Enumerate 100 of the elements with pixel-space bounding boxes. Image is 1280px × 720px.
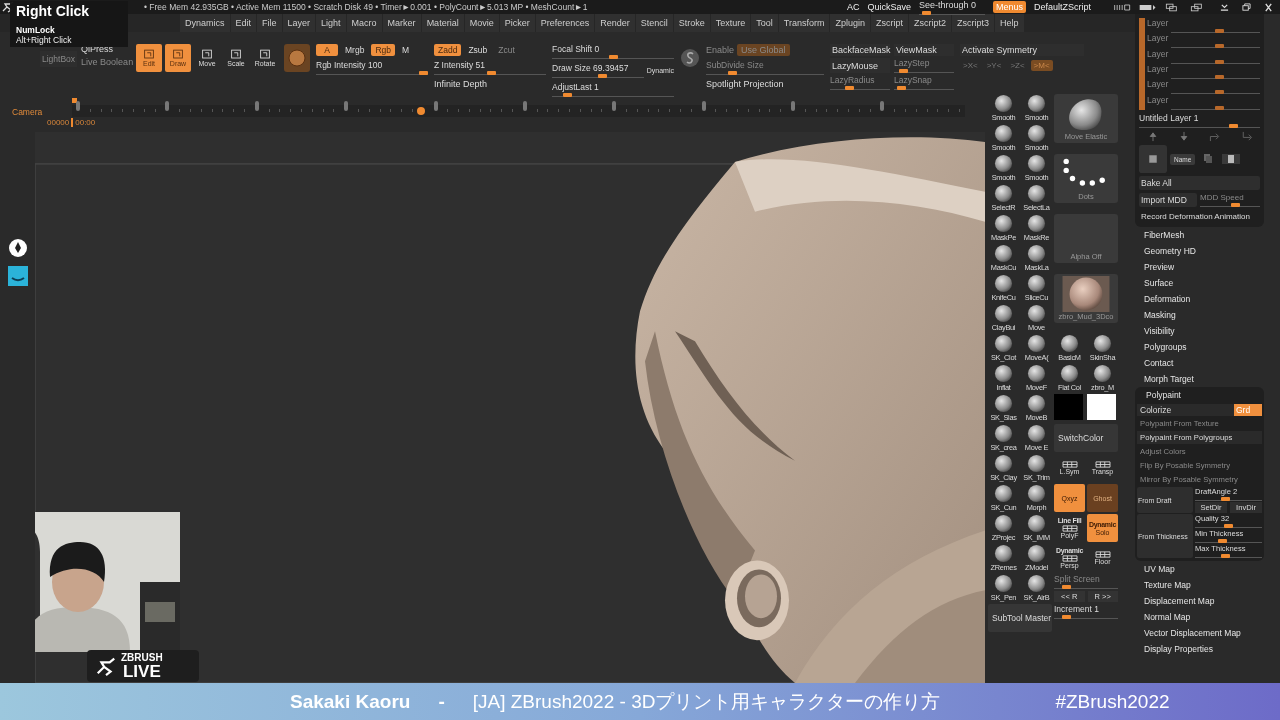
menu-item[interactable]: File (257, 14, 282, 32)
subpalette-item[interactable]: Texture Map (1135, 577, 1280, 593)
menu-item[interactable]: Macro (346, 14, 382, 32)
slider[interactable] (1171, 105, 1260, 110)
menu-item[interactable]: Tool (751, 14, 778, 32)
toggle-button[interactable]: A (316, 44, 338, 56)
slider[interactable] (1171, 29, 1260, 33)
slider-thumb[interactable] (1215, 75, 1224, 79)
slider[interactable] (552, 55, 674, 59)
slider-thumb[interactable] (1215, 105, 1224, 110)
slider-thumb[interactable] (563, 93, 573, 97)
menu-item[interactable]: Zscript2 (909, 14, 951, 32)
slider-thumb[interactable] (419, 71, 428, 75)
import-mdd-button[interactable]: Import MDD (1139, 193, 1197, 207)
toolbar-button[interactable]: QuickSave (867, 2, 911, 12)
menu-item[interactable]: Edit (230, 14, 257, 32)
subpalette-item[interactable]: Display Properties (1135, 641, 1280, 657)
slider-thumb[interactable] (486, 71, 496, 75)
menu-item[interactable]: Zscript (871, 14, 908, 32)
subpalette-item[interactable]: Vector Displacement Map (1135, 625, 1280, 641)
slider[interactable] (1139, 124, 1260, 128)
subpalette-item[interactable]: Masking (1135, 307, 1280, 323)
menu-item[interactable]: Picker (499, 14, 535, 32)
slider[interactable] (1200, 203, 1260, 207)
slider-thumb[interactable] (1224, 524, 1233, 528)
subpalette-header[interactable]: Polypaint (1137, 387, 1262, 403)
script-button[interactable]: DefaultZScript (1033, 2, 1091, 12)
menu-item[interactable]: Zplugin (830, 14, 870, 32)
slider[interactable] (706, 71, 824, 75)
toggle-button[interactable]: Rgb (371, 44, 395, 56)
timeline-marker-icon[interactable] (72, 97, 77, 103)
slider[interactable] (1195, 497, 1262, 501)
layer-icon[interactable] (1139, 145, 1167, 173)
slider[interactable] (552, 93, 674, 97)
slider-thumb[interactable] (1221, 497, 1231, 501)
menu-item[interactable]: Material (421, 14, 464, 32)
subpalette-item[interactable]: Contact (1135, 355, 1280, 371)
scrollbar[interactable] (1139, 18, 1145, 110)
close-icon[interactable] (1263, 2, 1274, 12)
slider[interactable] (1171, 59, 1260, 64)
slider-thumb[interactable] (1215, 44, 1224, 49)
subpalette-item[interactable]: Visibility (1135, 323, 1280, 339)
pen-icon[interactable] (7, 238, 28, 258)
timeline-thumb[interactable] (417, 106, 426, 115)
activate-symmetry-button[interactable]: Activate Symmetry (960, 44, 1084, 56)
slider[interactable] (1195, 524, 1262, 528)
subpalette-item[interactable]: Surface (1135, 275, 1280, 291)
slider-thumb[interactable] (1062, 615, 1072, 619)
palette-button[interactable]: SubTool Master (988, 604, 1052, 632)
subpalette-item[interactable]: FiberMesh (1135, 227, 1280, 243)
subpalette-item[interactable]: Deformation (1135, 291, 1280, 307)
slider[interactable] (918, 10, 985, 15)
slider[interactable] (1054, 615, 1118, 619)
menu-item[interactable]: Stencil (635, 14, 673, 32)
menu-item[interactable]: Marker (382, 14, 421, 32)
toggle-button[interactable]: M (397, 44, 414, 56)
slider[interactable] (1054, 585, 1118, 589)
menu-item[interactable]: Render (595, 14, 635, 32)
record-button[interactable]: Record Deformation Animation (1139, 210, 1260, 223)
slider[interactable] (1171, 44, 1260, 49)
menu-item[interactable]: Light (316, 14, 346, 32)
menu-item[interactable]: Transform (778, 14, 830, 32)
toolbar-button[interactable]: AC (846, 2, 860, 12)
slider-thumb[interactable] (1221, 554, 1231, 558)
subpalette-item[interactable]: Displacement Map (1135, 593, 1280, 609)
smile-icon[interactable] (7, 266, 28, 286)
color-swatch[interactable] (1054, 394, 1083, 420)
s-circle-icon[interactable] (680, 48, 700, 68)
subpalette-item[interactable]: Preview (1135, 259, 1280, 275)
slider-thumb[interactable] (921, 10, 931, 15)
slider-thumb[interactable] (1215, 29, 1224, 33)
menu-item[interactable]: Movie (464, 14, 499, 32)
layout-icon[interactable] (1113, 2, 1133, 12)
slider-thumb[interactable] (1228, 124, 1238, 128)
toggle-button[interactable]: Zsub (464, 44, 492, 56)
slider-thumb[interactable] (608, 55, 618, 59)
restore-icon[interactable] (1241, 2, 1252, 12)
slider-thumb[interactable] (1215, 90, 1224, 95)
subpalette-item[interactable]: Morph Target (1135, 371, 1280, 387)
subpalette-item[interactable]: UV Map (1135, 561, 1280, 577)
lazy-mouse-button[interactable]: LazyMouse (830, 58, 890, 73)
slider[interactable] (1171, 75, 1260, 79)
slider[interactable] (1195, 554, 1262, 558)
menu-item[interactable]: Layer (282, 14, 316, 32)
material-button[interactable] (284, 44, 310, 72)
slider-thumb[interactable] (1062, 585, 1072, 589)
slider[interactable] (1171, 90, 1260, 95)
menu-item[interactable]: Preferences (535, 14, 595, 32)
menu-item[interactable]: Help (995, 14, 1024, 32)
backface-mask-button[interactable]: BackfaceMask (830, 44, 890, 56)
view-mask-button[interactable]: ViewMask (894, 44, 954, 56)
slider[interactable] (552, 74, 644, 78)
toggle-button[interactable]: Zadd (434, 44, 462, 56)
menu-item[interactable]: Zscript3 (952, 14, 995, 32)
slider[interactable] (830, 86, 890, 90)
slider[interactable] (316, 71, 428, 75)
subpalette-item[interactable]: Polygroups (1135, 339, 1280, 355)
minimize-icon[interactable] (1219, 2, 1230, 12)
spotlight-projection-button[interactable]: Spotlight Projection (706, 79, 824, 89)
menu-item[interactable]: Dynamics (180, 14, 230, 32)
